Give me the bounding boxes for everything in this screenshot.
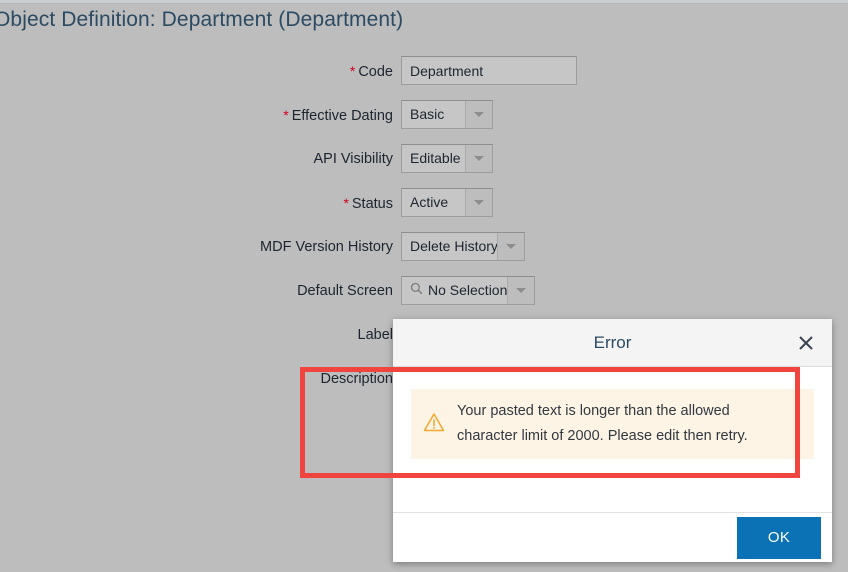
label-code: * Code: [350, 56, 393, 87]
status-value: Active: [410, 194, 449, 210]
form-row-effective-dating: * Effective Dating Basic: [0, 100, 848, 144]
chevron-down-icon[interactable]: [465, 189, 492, 216]
status-select[interactable]: Active: [401, 188, 493, 217]
page-title: Object Definition: Department (Departmen…: [0, 8, 404, 31]
required-marker-effective-dating: *: [283, 107, 289, 123]
error-dialog: Error Your pasted text is longer than th…: [393, 319, 832, 562]
api-visibility-select[interactable]: Editable: [401, 144, 493, 173]
control-code: [401, 56, 577, 85]
label-status: * Status: [343, 188, 393, 219]
control-mdf-version-history: Delete History: [401, 232, 525, 261]
form-row-code: * Code: [0, 56, 848, 100]
label-api-visibility-text: API Visibility: [313, 151, 393, 167]
mdf-version-history-select[interactable]: Delete History: [401, 232, 525, 261]
required-marker-status: *: [343, 195, 349, 211]
form-row-status: * Status Active: [0, 188, 848, 232]
label-description-text: Description: [320, 371, 393, 387]
warning-triangle-icon: [423, 412, 445, 437]
dialog-header: Error: [393, 319, 832, 367]
control-status: Active: [401, 188, 493, 217]
default-screen-select[interactable]: No Selection: [401, 276, 535, 305]
control-effective-dating: Basic: [401, 100, 493, 129]
chevron-down-icon[interactable]: [465, 101, 492, 128]
label-label-text: Label: [357, 327, 393, 343]
form-row-default-screen: Default Screen No Selection: [0, 276, 848, 320]
effective-dating-select[interactable]: Basic: [401, 100, 493, 129]
default-screen-value: No Selection: [428, 282, 508, 298]
api-visibility-value: Editable: [410, 150, 461, 166]
control-api-visibility: Editable: [401, 144, 493, 173]
chevron-down-icon[interactable]: [465, 145, 492, 172]
ok-button[interactable]: OK: [737, 516, 821, 559]
effective-dating-value: Basic: [410, 106, 445, 122]
mdf-version-history-value: Delete History: [410, 238, 498, 254]
chevron-down-icon[interactable]: [497, 233, 524, 260]
label-effective-dating: * Effective Dating: [283, 100, 393, 131]
label-description: Description: [320, 364, 393, 394]
window-top-strip: [0, 0, 848, 4]
control-default-screen: No Selection: [401, 276, 535, 305]
label-mdf-version-history-text: MDF Version History: [260, 239, 393, 255]
label-default-screen: Default Screen: [297, 276, 393, 306]
label-default-screen-text: Default Screen: [297, 283, 393, 299]
form-row-mdf-version-history: MDF Version History Delete History: [0, 232, 848, 276]
label-api-visibility: API Visibility: [313, 144, 393, 174]
label-status-text: Status: [351, 196, 393, 212]
dialog-body: Your pasted text is longer than the allo…: [393, 367, 832, 512]
label-code-text: Code: [358, 64, 393, 80]
required-marker-code: *: [349, 63, 356, 79]
chevron-down-icon[interactable]: [507, 277, 534, 304]
label-mdf-version-history: MDF Version History: [260, 232, 393, 262]
label-label: Label: [358, 320, 393, 350]
code-input[interactable]: [401, 56, 577, 85]
warning-message-box: Your pasted text is longer than the allo…: [411, 389, 814, 459]
form-row-api-visibility: API Visibility Editable: [0, 144, 848, 188]
dialog-title: Error: [593, 332, 632, 352]
error-message-text: Your pasted text is longer than the allo…: [457, 403, 748, 444]
dialog-footer: OK: [393, 512, 832, 562]
search-icon: [410, 282, 423, 300]
close-icon[interactable]: [792, 329, 820, 357]
label-effective-dating-text: Effective Dating: [291, 108, 393, 124]
